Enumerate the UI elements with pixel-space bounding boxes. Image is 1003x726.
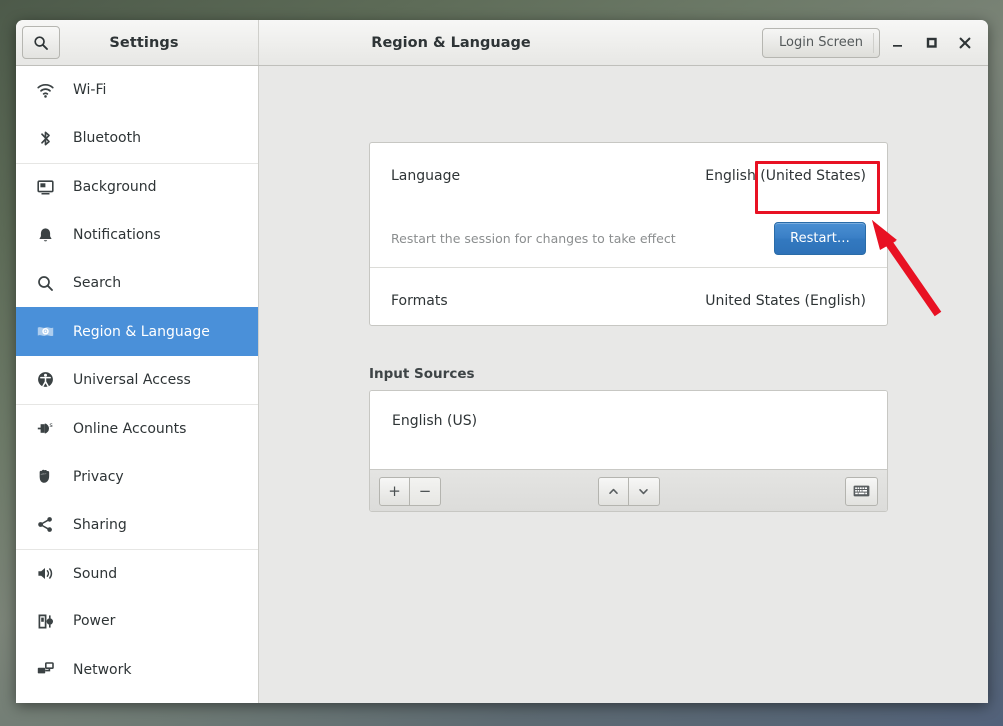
formats-label: Formats <box>391 293 448 309</box>
universal-access-icon <box>34 370 56 389</box>
restart-hint: Restart the session for changes to take … <box>391 230 676 246</box>
sidebar-item-label: Bluetooth <box>73 130 141 147</box>
power-plug-icon <box>34 612 56 631</box>
keyboard-group <box>845 476 878 506</box>
sidebar-item-label: Notifications <box>73 227 161 244</box>
maximize-button[interactable] <box>914 26 948 60</box>
sidebar-item-label: Wi-Fi <box>73 82 107 99</box>
sidebar-item-online-accounts[interactable]: s Online Accounts <box>16 404 258 452</box>
settings-sidebar: Wi-Fi Bluetooth Background Notifications… <box>16 66 259 703</box>
network-icon <box>34 660 56 679</box>
sidebar-item-label: Sharing <box>73 516 127 533</box>
sidebar-item-sound[interactable]: Sound <box>16 548 258 597</box>
sidebar-item-background[interactable]: Background <box>16 162 258 211</box>
sidebar-item-universal-access[interactable]: Universal Access <box>16 356 258 404</box>
wifi-icon <box>34 81 56 100</box>
headerbar-left: Settings <box>16 20 259 65</box>
window-controls <box>873 26 982 60</box>
region-language-icon <box>34 322 56 341</box>
sidebar-item-network[interactable]: Network <box>16 646 258 694</box>
controls-divider <box>873 32 874 53</box>
sidebar-item-label: Network <box>73 661 132 678</box>
close-button[interactable] <box>948 26 982 60</box>
chevron-up-icon <box>608 488 618 494</box>
svg-text:s: s <box>49 421 53 429</box>
remove-input-source-button[interactable]: − <box>410 476 441 506</box>
formats-value: United States (English) <box>705 293 866 309</box>
sidebar-item-notifications[interactable]: Notifications <box>16 211 258 259</box>
sidebar-item-privacy[interactable]: Privacy <box>16 452 258 500</box>
minimize-button[interactable] <box>880 26 914 60</box>
language-value: English (United States) <box>705 168 866 184</box>
language-label: Language <box>391 168 461 184</box>
sidebar-item-search[interactable]: Search <box>16 259 258 307</box>
search-icon <box>34 274 56 293</box>
sidebar-item-power[interactable]: Power <box>16 597 258 645</box>
search-button[interactable] <box>22 26 60 59</box>
window-body: Wi-Fi Bluetooth Background Notifications… <box>16 66 988 703</box>
login-screen-button[interactable]: Login Screen <box>762 27 880 58</box>
restart-button[interactable]: Restart… <box>774 221 866 255</box>
speaker-icon <box>34 564 56 583</box>
show-keyboard-layout-button[interactable] <box>845 476 878 506</box>
app-title: Settings <box>109 34 179 51</box>
list-item[interactable]: English (US) <box>392 413 887 429</box>
move-up-button[interactable] <box>597 476 629 506</box>
bell-icon <box>34 226 56 245</box>
minimize-icon <box>892 45 902 47</box>
search-icon <box>34 35 48 50</box>
background-icon <box>34 178 56 197</box>
reorder-group <box>597 476 660 506</box>
chevron-down-icon <box>639 488 648 494</box>
input-sources-title: Input Sources <box>369 366 475 382</box>
input-sources-panel: English (US) + − <box>369 390 888 512</box>
sidebar-item-wifi[interactable]: Wi-Fi <box>16 66 258 114</box>
sidebar-item-label: Privacy <box>73 468 124 485</box>
bluetooth-icon <box>34 129 56 148</box>
add-input-source-button[interactable]: + <box>379 476 410 506</box>
language-row[interactable]: Language English (United States) <box>370 143 887 209</box>
hand-icon <box>34 467 56 486</box>
maximize-icon <box>926 37 937 48</box>
panel-title: Region & Language <box>371 34 531 51</box>
desktop-background: Settings Region & Language Login Screen <box>0 0 1003 726</box>
sidebar-item-sharing[interactable]: Sharing <box>16 501 258 549</box>
restart-row: Restart the session for changes to take … <box>370 209 887 267</box>
sidebar-item-bluetooth[interactable]: Bluetooth <box>16 114 258 162</box>
window-headerbar: Settings Region & Language Login Screen <box>16 20 988 66</box>
input-sources-toolbar: + − <box>370 469 887 511</box>
share-icon <box>34 515 56 534</box>
sidebar-item-label: Online Accounts <box>73 420 187 437</box>
close-icon <box>959 37 971 48</box>
sidebar-item-label: Power <box>73 613 116 630</box>
input-sources-list: English (US) <box>370 391 887 469</box>
formats-row[interactable]: Formats United States (English) <box>370 268 887 334</box>
settings-window: Settings Region & Language Login Screen <box>16 20 988 703</box>
headerbar-right: Region & Language Login Screen <box>259 20 988 65</box>
sidebar-item-region-language[interactable]: Region & Language <box>16 307 258 356</box>
keyboard-icon <box>853 485 870 497</box>
sidebar-item-label: Region & Language <box>73 323 210 340</box>
sidebar-item-label: Sound <box>73 565 118 582</box>
sidebar-item-label: Background <box>73 179 157 196</box>
sidebar-item-label: Search <box>73 275 122 292</box>
sidebar-item-label: Universal Access <box>73 371 191 388</box>
move-down-button[interactable] <box>628 476 660 506</box>
language-panel: Language English (United States) Restart… <box>369 142 888 326</box>
settings-content: Language English (United States) Restart… <box>259 66 988 703</box>
online-accounts-icon: s <box>34 419 56 438</box>
add-remove-group: + − <box>379 476 441 506</box>
